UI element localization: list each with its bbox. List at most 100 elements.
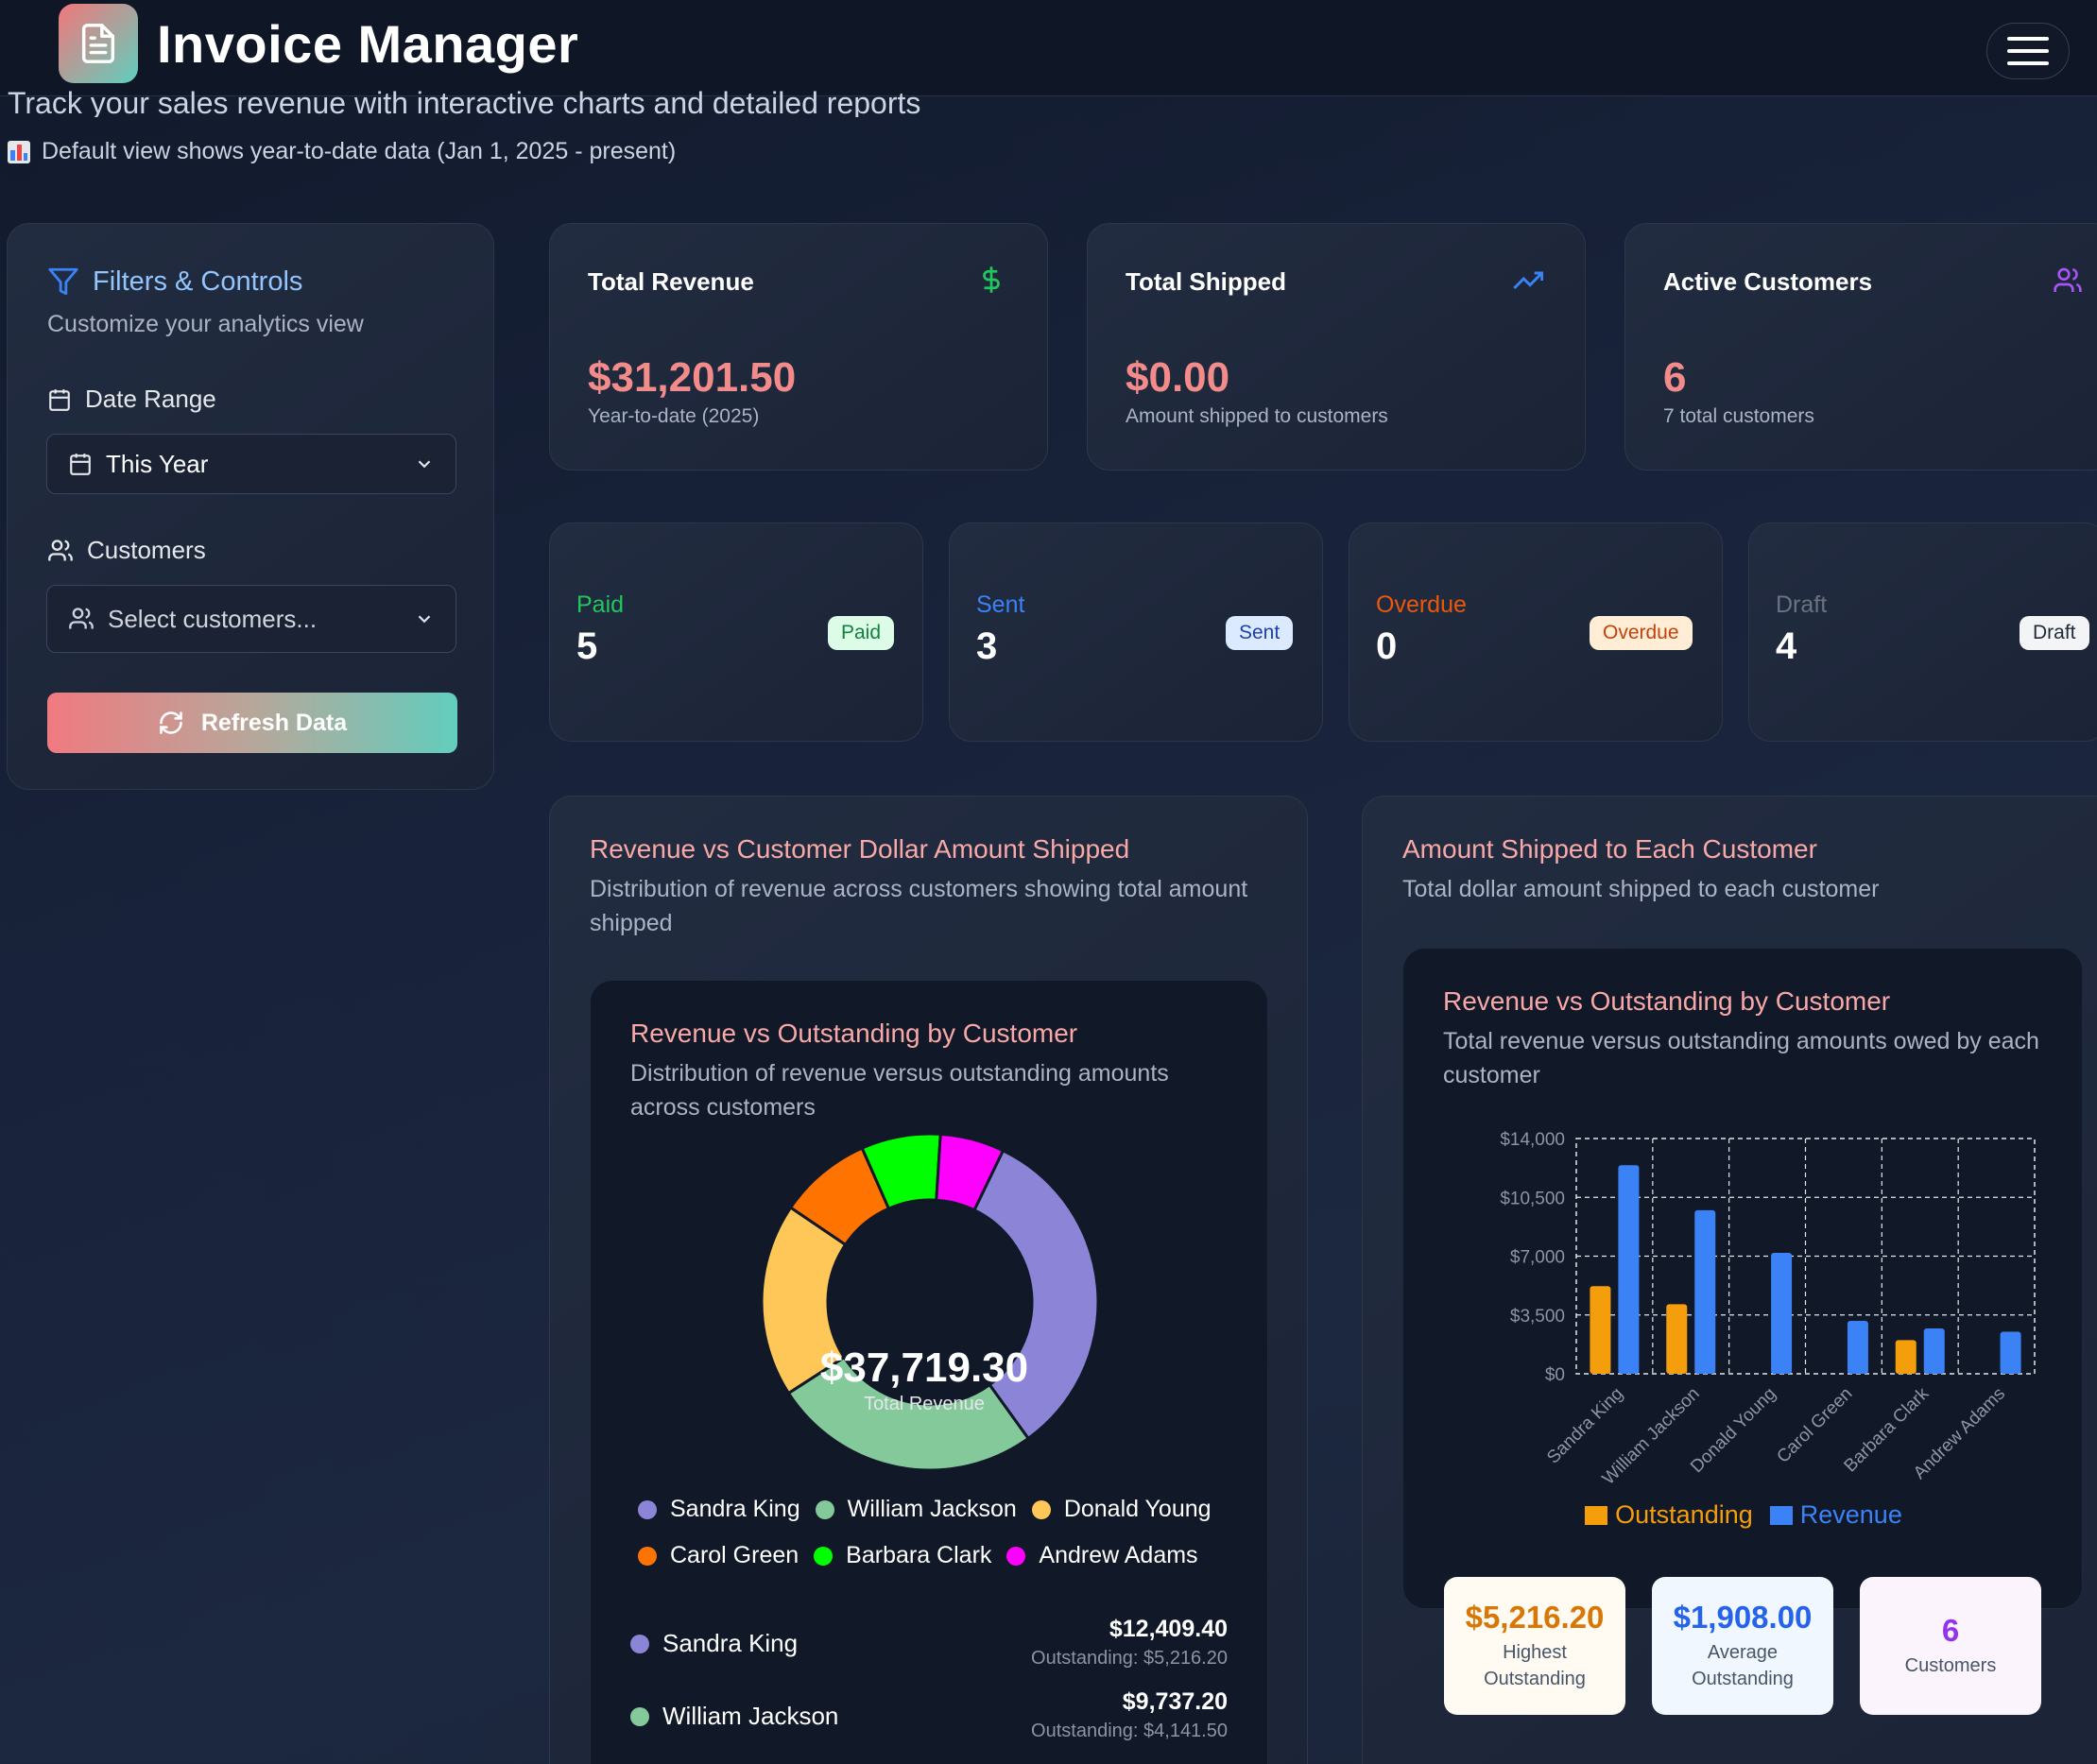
stat-title: Total Shipped (1126, 267, 1286, 296)
status-count: 5 (576, 625, 598, 667)
legend-dot (638, 1499, 657, 1519)
status-badge: Sent (1226, 616, 1294, 650)
bar-chart-emoji-icon (8, 140, 30, 163)
bar-chart: $0$3,500$7,000$10,500$14,000Sandra KingW… (1500, 1130, 2036, 1489)
card-subtitle: Distribution of revenue across customers… (590, 876, 1248, 936)
stat-footer: 7 total customers (1663, 405, 1814, 427)
card-title: Revenue vs Customer Dollar Amount Shippe… (590, 834, 1130, 864)
status-count: 4 (1776, 625, 1797, 667)
stat-footer: Amount shipped to customers (1126, 405, 1388, 427)
customer-revenue: $9,737.20 (1122, 1688, 1228, 1715)
customer-row[interactable]: Sandra King $12,409.40 Outstanding: $5,2… (591, 1616, 1267, 1682)
summary-value: $1,908.00 (1673, 1600, 1813, 1635)
date-range-select[interactable]: This Year (46, 434, 456, 494)
summary-value: 6 (1941, 1613, 1960, 1648)
status-card-overdue[interactable]: Overdue 0 Overdue (1349, 522, 1723, 742)
legend-dot (1031, 1499, 1051, 1519)
status-count: 0 (1376, 625, 1398, 667)
summary-label: Average Outstanding (1692, 1642, 1794, 1689)
users-icon (48, 539, 73, 560)
date-range-label: Date Range (47, 385, 216, 414)
bar-revenue[interactable] (1618, 1165, 1640, 1374)
card-title: Amount Shipped to Each Customer (1402, 834, 1817, 864)
refresh-button[interactable]: Refresh Data (47, 693, 457, 753)
stat-card-total-revenue: Total Revenue $31,201.50 Year-to-date (2… (549, 223, 1048, 471)
donut-legend-row-2: Carol Green Barbara Clark Andrew Adams (638, 1542, 1198, 1569)
status-label: Paid (576, 591, 625, 618)
hamburger-icon (2007, 37, 2049, 65)
customer-dot (630, 1706, 649, 1726)
filter-icon (48, 267, 78, 296)
status-badge: Paid (828, 616, 895, 650)
calendar-icon (49, 388, 70, 411)
legend-dot (814, 1546, 834, 1566)
donut-center: $37,719.30 Total Revenue (591, 1207, 1269, 1415)
status-card-paid[interactable]: Paid 5 Paid (549, 522, 923, 742)
customer-name: William Jackson (630, 1702, 838, 1731)
x-tick-label: Sandra King (1543, 1384, 1627, 1468)
summary-label: Customers (1904, 1655, 1997, 1676)
summary-customers: 6 Customers (1860, 1577, 2041, 1715)
legend-item: Carol Green (638, 1542, 799, 1569)
customer-dot (630, 1634, 649, 1653)
status-badge: Overdue (1590, 616, 1693, 650)
customer-outstanding: Outstanding: $5,216.20 (1031, 1648, 1228, 1669)
status-badge: Draft (2020, 616, 2089, 650)
customer-outstanding: Outstanding: $4,141.50 (1031, 1721, 1228, 1741)
page-subtitle: Track your sales revenue with interactiv… (8, 86, 921, 117)
trending-up-icon (1513, 271, 1543, 290)
refresh-icon (160, 711, 182, 734)
customers-placeholder: Select customers... (108, 604, 318, 633)
customers-select[interactable]: Select customers... (46, 585, 456, 653)
legend-item-outstanding: Outstanding (1585, 1500, 1753, 1530)
y-tick-label: $0 (1545, 1365, 1565, 1385)
customer-name: Sandra King (630, 1629, 798, 1658)
summary-highest-outstanding: $5,216.20 Highest Outstanding (1444, 1577, 1625, 1715)
date-note: Default view shows year-to-date data (Ja… (8, 138, 676, 165)
legend-swatch (1769, 1505, 1793, 1525)
legend-item: Andrew Adams (1006, 1542, 1198, 1569)
stat-value: $0.00 (1126, 354, 1230, 401)
y-tick-label: $3,500 (1510, 1307, 1565, 1327)
status-count: 3 (976, 625, 998, 667)
date-range-value: This Year (106, 449, 209, 478)
calendar-icon (70, 454, 91, 475)
chart-subtitle: Distribution of revenue versus outstandi… (630, 1060, 1169, 1121)
chevron-down-icon (418, 615, 431, 624)
status-card-sent[interactable]: Sent 3 Sent (949, 522, 1323, 742)
summary-label: Highest Outstanding (1484, 1642, 1586, 1689)
donut-chart-panel: Revenue vs Outstanding by Customer Distr… (590, 980, 1268, 1764)
stat-card-active-customers: Active Customers 6 7 total customers (1624, 223, 2097, 471)
donut-legend-row-1: Sandra King William Jackson Donald Young (638, 1496, 1212, 1523)
stat-title: Total Revenue (588, 267, 754, 296)
menu-button[interactable] (1986, 23, 2070, 79)
bar-revenue[interactable] (2000, 1331, 2021, 1374)
bar-revenue[interactable] (1923, 1327, 1945, 1374)
bar-outstanding[interactable] (1590, 1286, 1611, 1374)
bar-outstanding[interactable] (1895, 1340, 1917, 1374)
filters-title: Filters & Controls (47, 265, 302, 298)
legend-swatch (1585, 1505, 1608, 1525)
status-label: Overdue (1376, 591, 1467, 618)
customer-row[interactable]: William Jackson $9,737.20 Outstanding: $… (591, 1688, 1267, 1755)
chart-subtitle: Total revenue versus outstanding amounts… (1443, 1028, 2039, 1088)
bar-revenue[interactable] (1694, 1209, 1716, 1374)
legend-item-revenue: Revenue (1769, 1500, 1902, 1530)
chart-title: Revenue vs Outstanding by Customer (630, 1019, 1078, 1048)
summary-average-outstanding: $1,908.00 Average Outstanding (1652, 1577, 1833, 1715)
legend-dot (638, 1546, 657, 1566)
bar-revenue[interactable] (1847, 1320, 1868, 1374)
bar-revenue[interactable] (1771, 1252, 1793, 1374)
users-icon (69, 608, 94, 629)
bar-outstanding[interactable] (1666, 1304, 1688, 1374)
status-label: Draft (1776, 591, 1828, 618)
summary-value: $5,216.20 (1465, 1600, 1605, 1635)
card-subtitle: Total dollar amount shipped to each cust… (1402, 876, 1880, 902)
stat-footer: Year-to-date (2025) (588, 405, 760, 427)
status-card-draft[interactable]: Draft 4 Draft (1748, 522, 2097, 742)
legend-item: Sandra King (638, 1496, 800, 1523)
donut-total-label: Total Revenue (864, 1394, 985, 1414)
customers-label: Customers (47, 536, 206, 565)
legend-item: Barbara Clark (814, 1542, 991, 1569)
status-label: Sent (976, 591, 1025, 618)
